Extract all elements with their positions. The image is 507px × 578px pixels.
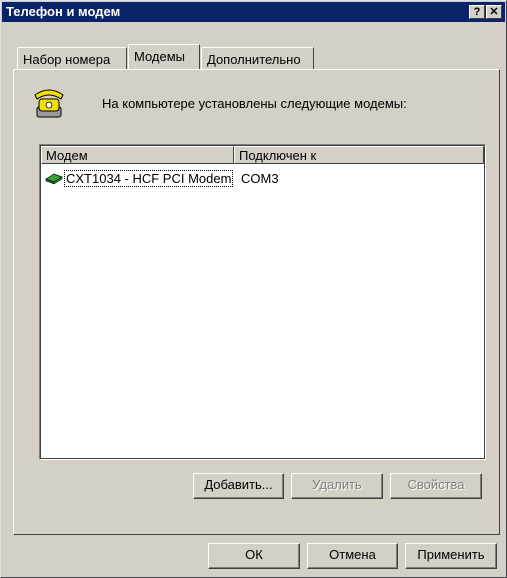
add-button-label: Добавить...	[204, 477, 273, 492]
add-button[interactable]: Добавить...	[193, 473, 284, 499]
title-bar[interactable]: Телефон и модем ? ✕	[2, 2, 505, 22]
column-modem-label: Модем	[46, 148, 88, 163]
tab-advanced[interactable]: Дополнительно	[201, 47, 314, 69]
modem-port: COM3	[241, 171, 279, 186]
column-header-port[interactable]: Подключен к	[234, 146, 484, 164]
column-header-modem[interactable]: Модем	[41, 146, 234, 164]
modem-name: CXT1034 - HCF PCI Modem	[64, 170, 234, 187]
properties-button[interactable]: Свойства	[390, 473, 482, 499]
modem-icon	[45, 171, 63, 185]
apply-button-label: Применить	[417, 547, 485, 562]
cancel-button[interactable]: Отмена	[307, 543, 398, 569]
tab-dialing[interactable]: Набор номера	[17, 47, 127, 69]
phone-modem-dialog: Телефон и модем ? ✕ Набор номера Модемы …	[0, 0, 507, 578]
ok-button-label: ОК	[245, 547, 263, 562]
info-text: На компьютере установлены следующие моде…	[102, 96, 407, 111]
ok-button[interactable]: ОК	[208, 543, 300, 569]
column-port-label: Подключен к	[239, 148, 317, 163]
remove-button[interactable]: Удалить	[291, 473, 383, 499]
close-button[interactable]: ✕	[486, 5, 502, 19]
apply-button[interactable]: Применить	[405, 543, 497, 569]
cancel-button-label: Отмена	[329, 547, 376, 562]
close-icon: ✕	[489, 6, 499, 18]
properties-button-label: Свойства	[407, 477, 465, 492]
telephone-icon	[31, 85, 67, 121]
window-title: Телефон и модем	[6, 4, 121, 19]
tab-dialing-label: Набор номера	[23, 52, 111, 67]
modem-list[interactable]: Модем Подключен к CXT1034 - HCF PCI Mode…	[39, 144, 486, 460]
list-item[interactable]: CXT1034 - HCF PCI Modem COM3	[45, 169, 483, 187]
tab-advanced-label: Дополнительно	[207, 52, 301, 67]
remove-button-label: Удалить	[312, 477, 362, 492]
help-button[interactable]: ?	[469, 5, 485, 19]
tab-modems-label: Модемы	[134, 49, 186, 64]
tab-modems[interactable]: Модемы	[128, 44, 200, 69]
